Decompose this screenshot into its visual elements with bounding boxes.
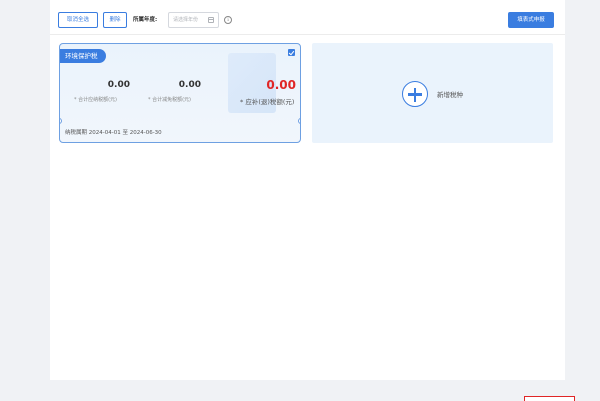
- year-placeholder: 请选择年份: [173, 17, 199, 23]
- year-picker-input[interactable]: 请选择年份: [168, 12, 219, 28]
- add-tax-type-label: 新增税种: [437, 91, 463, 99]
- delete-button[interactable]: 删除: [103, 12, 127, 28]
- cancel-select-all-button[interactable]: 取消全选: [58, 12, 98, 28]
- toolbar: 取消全选 删除 所属年度: 请选择年份 i 填表式申报: [50, 12, 565, 30]
- tax-period: 纳税属期 2024-04-01 至 2024-06-30: [65, 130, 162, 136]
- plus-circle-icon[interactable]: [402, 81, 428, 107]
- tax-due-amount: 0.00: [266, 78, 296, 92]
- total-tax-reduction-label: * 合计减免税额(元): [148, 97, 191, 103]
- main-panel: 取消全选 删除 所属年度: 请选择年份 i 填表式申报 环境保护税 0.00 0…: [50, 0, 565, 380]
- tax-due-label: * 应补(退)税额(元): [240, 98, 295, 106]
- total-tax-reduction-amount: 0.00: [178, 80, 201, 90]
- info-icon[interactable]: i: [224, 16, 232, 24]
- add-tax-type-card[interactable]: 新增税种: [312, 43, 553, 143]
- card-checkbox-icon[interactable]: [288, 49, 295, 56]
- total-tax-payable-amount: 0.00: [107, 80, 130, 90]
- card-notch-left: [60, 118, 62, 124]
- year-label: 所属年度:: [133, 17, 158, 23]
- tax-type-card[interactable]: 环境保护税 0.00 0.00 0.00 * 合计应纳税额(元) * 合计减免税…: [59, 43, 301, 143]
- card-notch-right: [298, 118, 300, 124]
- highlighted-box: [524, 396, 575, 401]
- divider: [50, 34, 565, 35]
- tax-name-tag: 环境保护税: [60, 49, 106, 63]
- form-declaration-button[interactable]: 填表式申报: [508, 12, 554, 28]
- calendar-icon: [208, 17, 214, 23]
- total-tax-payable-label: * 合计应纳税额(元): [74, 97, 117, 103]
